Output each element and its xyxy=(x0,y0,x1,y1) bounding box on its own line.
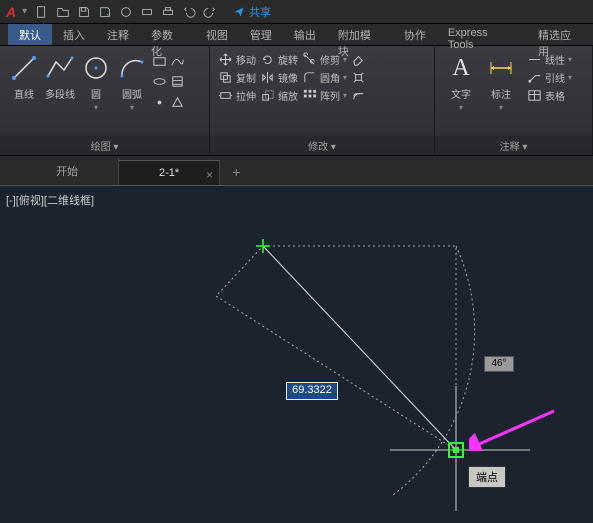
close-icon[interactable]: × xyxy=(206,168,213,182)
line-tool[interactable]: 直线 xyxy=(8,52,40,112)
drawing-viewport[interactable]: [-][俯视][二维线框] 69.3322 46° 端点 xyxy=(0,186,593,523)
linetype-tool[interactable]: 线性▾ xyxy=(527,52,572,67)
hatch-icon[interactable] xyxy=(170,74,185,89)
polyline-tool[interactable]: 多段线 xyxy=(44,52,76,112)
panel-modify-title[interactable]: 修改 ▾ xyxy=(210,136,434,155)
share-button[interactable]: 共享 xyxy=(233,4,271,20)
move-tool[interactable]: 移动 xyxy=(218,52,256,67)
mirror-tool[interactable]: 镜像 xyxy=(260,70,298,85)
table-tool[interactable]: 表格 xyxy=(527,88,565,103)
spline-icon[interactable] xyxy=(170,54,185,69)
plot-icon[interactable] xyxy=(138,3,156,21)
scale-tool[interactable]: 缩放 xyxy=(260,88,298,103)
angle-readout: 46° xyxy=(484,356,514,372)
point-icon[interactable] xyxy=(152,95,167,110)
annotation-arrow xyxy=(469,407,559,451)
tab-insert[interactable]: 插入 xyxy=(52,24,96,45)
text-tool[interactable]: A 文字▾ xyxy=(443,52,479,112)
tab-annotate[interactable]: 注释 xyxy=(96,24,140,45)
tab-view[interactable]: 视图 xyxy=(195,24,239,45)
print-icon[interactable] xyxy=(159,3,177,21)
explode-icon[interactable] xyxy=(351,70,366,85)
doc-tab-current[interactable]: 2-1* × xyxy=(119,160,220,185)
arc-tool[interactable]: 圆弧▾ xyxy=(116,52,148,112)
circle-tool[interactable]: 圆▾ xyxy=(80,52,112,112)
add-tab-button[interactable]: + xyxy=(220,159,252,185)
dimension-tool[interactable]: 标注▾ xyxy=(483,52,519,112)
dimension-input[interactable]: 69.3322 xyxy=(286,382,338,400)
tab-manage[interactable]: 管理 xyxy=(239,24,283,45)
region-icon[interactable] xyxy=(170,95,185,110)
tab-output[interactable]: 输出 xyxy=(283,24,327,45)
panel-annotate-title[interactable]: 注释 ▾ xyxy=(435,136,592,155)
tab-parametric[interactable]: 参数化 xyxy=(140,24,195,45)
dropdown-icon[interactable]: ▾ xyxy=(22,6,27,17)
open-icon[interactable] xyxy=(54,3,72,21)
tab-addins[interactable]: 附加模块 xyxy=(327,24,393,45)
undo-icon[interactable] xyxy=(180,3,198,21)
snap-tooltip: 端点 xyxy=(468,466,506,488)
ellipse-icon[interactable] xyxy=(152,74,167,89)
stretch-tool[interactable]: 拉伸 xyxy=(218,88,256,103)
tab-collab[interactable]: 协作 xyxy=(393,24,437,45)
tab-default[interactable]: 默认 xyxy=(8,24,52,45)
tab-express[interactable]: Express Tools xyxy=(437,24,527,45)
offset-icon[interactable] xyxy=(351,88,366,103)
ribbon-tabs: 默认 插入 注释 参数化 视图 管理 输出 附加模块 协作 Express To… xyxy=(0,24,593,46)
fillet-tool[interactable]: 圆角▾ xyxy=(302,70,347,85)
new-icon[interactable] xyxy=(33,3,51,21)
rotate-tool[interactable]: 旋转 xyxy=(260,52,298,67)
array-tool[interactable]: 阵列▾ xyxy=(302,88,347,103)
erase-icon[interactable] xyxy=(351,52,366,67)
saveas-icon[interactable] xyxy=(96,3,114,21)
copy-tool[interactable]: 复制 xyxy=(218,70,256,85)
app-logo: A xyxy=(6,4,16,20)
trim-tool[interactable]: 修剪▾ xyxy=(302,52,347,67)
panel-draw-title[interactable]: 绘图 ▾ xyxy=(0,136,209,155)
tab-featured[interactable]: 精选应用 xyxy=(527,24,593,45)
redo-icon[interactable] xyxy=(201,3,219,21)
doc-tab-start[interactable]: 开始 xyxy=(16,157,119,185)
leader-tool[interactable]: 引线▾ xyxy=(527,70,572,85)
rect-icon[interactable] xyxy=(152,54,167,69)
save-icon[interactable] xyxy=(75,3,93,21)
web-icon[interactable] xyxy=(117,3,135,21)
